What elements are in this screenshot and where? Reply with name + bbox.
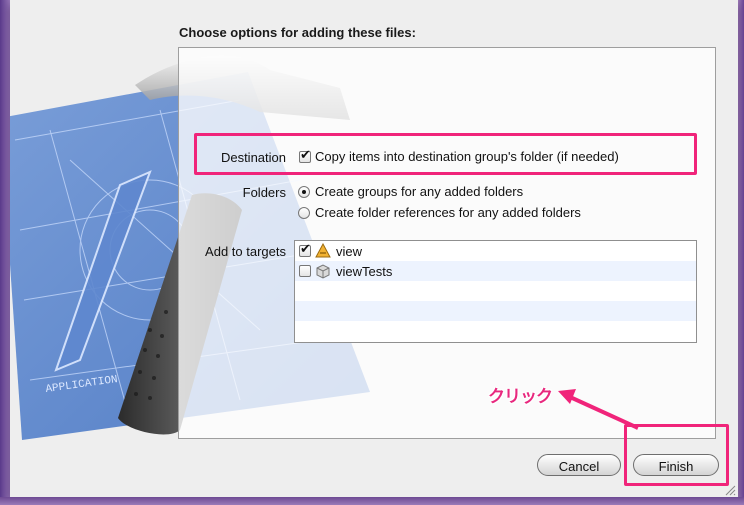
finish-button[interactable]: Finish bbox=[633, 454, 719, 476]
desktop-background bbox=[0, 497, 744, 505]
cancel-button[interactable]: Cancel bbox=[537, 454, 621, 476]
resize-grip-icon[interactable] bbox=[724, 484, 736, 496]
annotation-arrow-icon bbox=[558, 389, 639, 430]
add-files-sheet: APPLICATION Choose options for adding th… bbox=[10, 0, 738, 497]
